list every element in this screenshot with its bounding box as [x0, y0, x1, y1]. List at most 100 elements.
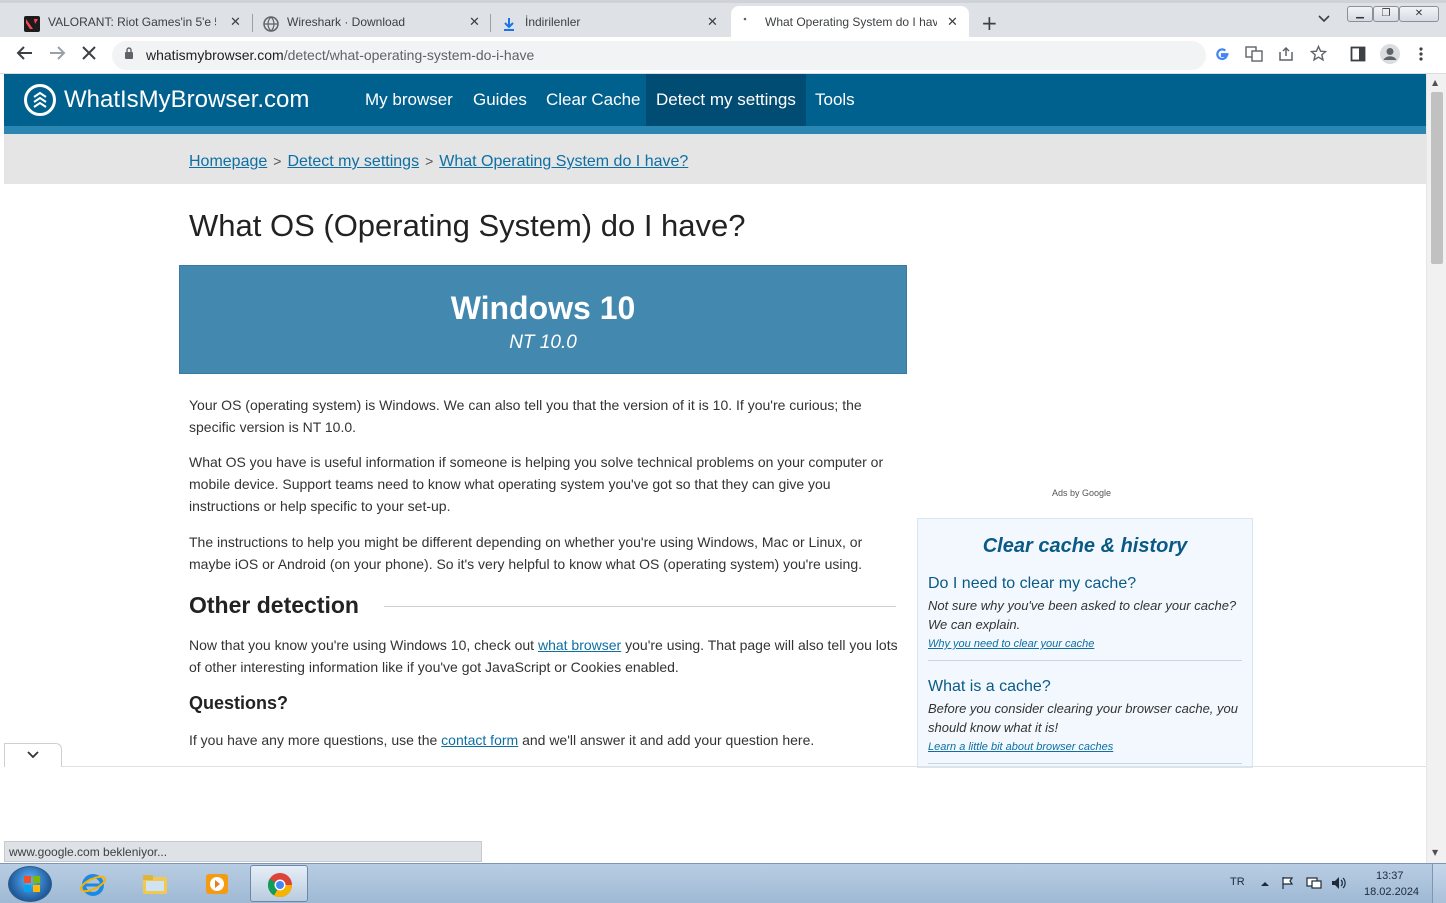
sidebar-question-link[interactable]: What is a cache? [928, 678, 1051, 696]
os-version: NT 10.0 [509, 332, 577, 353]
back-arrow-icon[interactable] [16, 44, 34, 67]
tab-downloads[interactable]: İndirilenler ✕ [491, 6, 729, 40]
sidebar-divider [928, 763, 1242, 764]
new-tab-button[interactable]: + [981, 11, 998, 35]
paragraph-os-instructions: The instructions to help you might be di… [189, 534, 863, 572]
internet-explorer-icon [80, 874, 106, 896]
logo-icon[interactable] [24, 84, 56, 116]
tray-chevron-up-icon[interactable] [1260, 877, 1270, 892]
scrollbar-thumb[interactable] [1431, 92, 1443, 264]
taskbar-media-player[interactable] [188, 865, 246, 902]
screen: VALORANT: Riot Games'in 5'e 5 ✕ Wireshar… [0, 0, 1446, 903]
profile-avatar-icon[interactable] [1379, 43, 1401, 70]
google-icon[interactable] [1214, 46, 1230, 67]
windows-logo-icon [24, 876, 40, 892]
header-stripe [4, 126, 1426, 134]
globe-icon [263, 16, 279, 32]
close-window-button[interactable]: ✕ [1399, 6, 1439, 22]
sidebar-question-link[interactable]: Do I need to clear my cache? [928, 575, 1136, 593]
clock-date[interactable]: 18.02.2024 [1364, 886, 1419, 898]
breadcrumb-current-page[interactable]: What Operating System do I have? [439, 153, 688, 170]
tab-what-os[interactable]: What Operating System do I hav ✕ [731, 6, 969, 40]
stop-loading-icon[interactable] [80, 44, 98, 67]
address-bar[interactable]: whatismybrowser.com/detect/what-operatin… [112, 41, 1206, 70]
tab-label: VALORANT: Riot Games'in 5'e 5 [48, 15, 216, 29]
clock-time[interactable]: 13:37 [1376, 870, 1404, 882]
volume-icon[interactable] [1331, 876, 1347, 894]
sidebar-read-more-link[interactable]: Learn a little bit about browser caches [928, 741, 1113, 753]
sidebar-divider [928, 660, 1242, 661]
vertical-scrollbar[interactable]: ▲ ▼ [1426, 74, 1446, 863]
tab-wireshark[interactable]: Wireshark · Download ✕ [253, 6, 491, 40]
taskbar-chrome[interactable] [250, 865, 308, 902]
close-icon[interactable]: ✕ [469, 14, 480, 30]
os-name: Windows 10 [450, 290, 636, 326]
windows-taskbar: TR 13:37 18.02.2024 [0, 863, 1446, 903]
content-bottom-rule [4, 766, 1426, 767]
valorant-icon [24, 16, 40, 32]
taskbar-file-explorer[interactable] [126, 865, 184, 902]
what-browser-link[interactable]: what browser [538, 637, 621, 653]
scroll-down-arrow-icon[interactable]: ▼ [1432, 848, 1438, 857]
folder-icon [143, 875, 167, 894]
other-detection-heading: Other detection [189, 592, 359, 618]
paragraph-os-summary: Your OS (operating system) is Windows. W… [189, 397, 862, 435]
breadcrumb-homepage[interactable]: Homepage [189, 153, 267, 170]
clear-cache-sidebar: Clear cache & history Do I need to clear… [917, 518, 1253, 768]
lock-icon[interactable] [124, 47, 134, 63]
collapse-chevron-button[interactable] [4, 743, 62, 767]
maximize-button[interactable]: ❐ [1373, 6, 1399, 22]
menu-dots-icon[interactable] [1418, 46, 1424, 67]
tab-label: Wireshark · Download [287, 15, 406, 29]
share-icon[interactable] [1278, 46, 1294, 67]
sidebar-description: Not sure why you've been asked to clear … [928, 598, 1237, 632]
os-result-box: Windows 10 NT 10.0 [179, 265, 907, 374]
close-icon[interactable]: ✕ [707, 14, 718, 30]
bookmark-star-icon[interactable] [1309, 44, 1328, 67]
questions-heading: Questions? [189, 693, 289, 713]
paragraph-other-detection: Now that you know you're using Windows 1… [189, 637, 898, 675]
start-button[interactable] [8, 866, 52, 902]
nav-my-browser[interactable]: My browser [355, 74, 463, 126]
url-text[interactable]: whatismybrowser.com/detect/what-operatin… [146, 47, 534, 63]
breadcrumb-separator: > [273, 153, 282, 169]
nav-detect-my-settings[interactable]: Detect my settings [646, 74, 806, 126]
show-desktop-button[interactable] [1432, 864, 1446, 903]
sidebar-read-more-link[interactable]: Why you need to clear your cache [928, 638, 1094, 650]
translate-icon[interactable] [1245, 46, 1263, 67]
contact-form-link[interactable]: contact form [441, 732, 518, 748]
side-panel-icon[interactable] [1350, 46, 1366, 67]
taskbar-internet-explorer[interactable] [64, 865, 122, 902]
chevron-down-icon[interactable] [1317, 13, 1331, 27]
tab-valorant[interactable]: VALORANT: Riot Games'in 5'e 5 ✕ [0, 6, 253, 40]
page-title: What OS (Operating System) do I have? [189, 208, 746, 243]
tab-label: İndirilenler [525, 15, 581, 29]
nav-guides[interactable]: Guides [463, 74, 537, 126]
scroll-up-arrow-icon[interactable]: ▲ [1432, 78, 1438, 87]
close-icon[interactable]: ✕ [230, 14, 241, 30]
download-icon [501, 16, 517, 32]
ads-by-google-label: Ads by Google [1052, 488, 1112, 498]
sidebar-description: Before you consider clearing your browse… [928, 701, 1238, 735]
status-bubble: www.google.com bekleniyor... [4, 841, 482, 862]
action-center-flag-icon[interactable] [1281, 876, 1295, 894]
tab-strip: VALORANT: Riot Games'in 5'e 5 ✕ Wireshar… [0, 0, 1446, 40]
minimize-button[interactable]: ▁ [1347, 6, 1373, 22]
loading-icon [741, 16, 757, 32]
site-header: WhatIsMyBrowser.com My browser Guides Cl… [4, 74, 1426, 126]
network-icon[interactable] [1306, 876, 1322, 894]
site-logo[interactable]: WhatIsMyBrowser.com [64, 86, 309, 114]
language-indicator[interactable]: TR [1230, 876, 1245, 888]
nav-clear-cache[interactable]: Clear Cache [536, 74, 651, 126]
breadcrumb: Homepage > Detect my settings > What Operati… [189, 153, 688, 171]
close-icon[interactable]: ✕ [947, 14, 958, 30]
chevron-down-icon [27, 751, 39, 759]
heading-rule [384, 606, 896, 607]
paragraph-questions: If you have any more questions, use the … [189, 732, 815, 748]
chrome-icon [267, 873, 292, 898]
nav-tools[interactable]: Tools [805, 74, 865, 126]
sidebar-title: Clear cache & history [982, 535, 1188, 557]
breadcrumb-bar: Homepage > Detect my settings > What Operati… [4, 134, 1426, 184]
breadcrumb-detect-my-settings[interactable]: Detect my settings [287, 153, 419, 170]
forward-arrow-icon[interactable] [48, 44, 66, 67]
